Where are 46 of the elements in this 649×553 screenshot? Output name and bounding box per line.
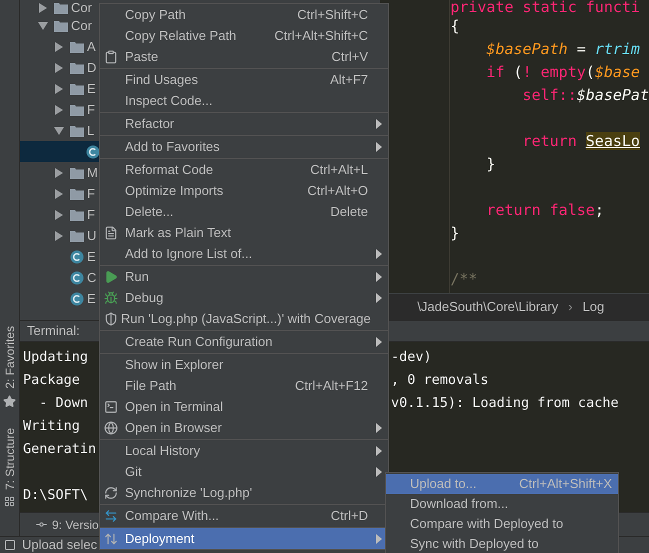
terminal-line: -dev) [391, 349, 432, 365]
shortcut-text: Ctrl+Alt+O [307, 182, 368, 200]
tree-label: D [87, 58, 96, 77]
terminal-title: Terminal: [27, 322, 80, 340]
tree-label: E [87, 248, 96, 266]
tree-label: E [87, 80, 96, 98]
code-line: $basePath = rtrim [485, 39, 640, 60]
terminal-line: Updating [23, 349, 88, 365]
terminal-line: D:\SOFT\ [23, 487, 88, 503]
code-line: { [450, 16, 460, 37]
code-line: return false; [485, 200, 604, 221]
code-line: } [450, 223, 460, 244]
code-line: self::$basePat [522, 85, 649, 106]
shortcut-text: Ctrl+V [332, 48, 368, 66]
tree-label: F [87, 184, 95, 203]
shortcut-text: Ctrl+Alt+L [310, 160, 368, 179]
tree-label: E [87, 290, 96, 308]
tree-label: Cor [71, 0, 92, 17]
code-line: } [485, 154, 496, 175]
terminal-line: - Down [38, 395, 88, 411]
status-text: Upload selec [22, 536, 98, 553]
breadcrumb-separator: › [568, 298, 573, 316]
tree-label: Cor [71, 16, 92, 35]
code-line: private static functi [450, 0, 640, 15]
tree-label: U [87, 226, 96, 245]
shortcut-text: Alt+F7 [330, 70, 368, 89]
code-line: /** [450, 269, 478, 290]
tree-label: L [87, 122, 94, 140]
shortcut-text: Ctrl+D [330, 506, 368, 525]
shortcut-text: Ctrl+Alt+F12 [295, 376, 368, 395]
tree-label: F [87, 206, 95, 224]
code-line: return SeasLo [522, 131, 640, 152]
terminal-line: Writing [23, 418, 80, 434]
terminal-line: v0.1.15): Loading from cache [391, 395, 619, 411]
shortcut-text: Ctrl+Shift+C [297, 6, 368, 24]
shortcut-text: Delete [330, 202, 368, 221]
shortcut-text: Ctrl+Alt+Shift+X [519, 475, 612, 494]
tree-label: M [87, 164, 98, 182]
terminal-line: , 0 removals [391, 372, 489, 388]
tree-label: C [87, 268, 96, 287]
code-line: if (! empty($base [485, 62, 640, 83]
terminal-line: Generatin [23, 441, 96, 457]
tree-label: A [87, 38, 96, 56]
tree-label: F [87, 100, 95, 119]
terminal-line: Package [23, 372, 80, 388]
shortcut-text: Ctrl+Alt+Shift+C [274, 26, 368, 45]
